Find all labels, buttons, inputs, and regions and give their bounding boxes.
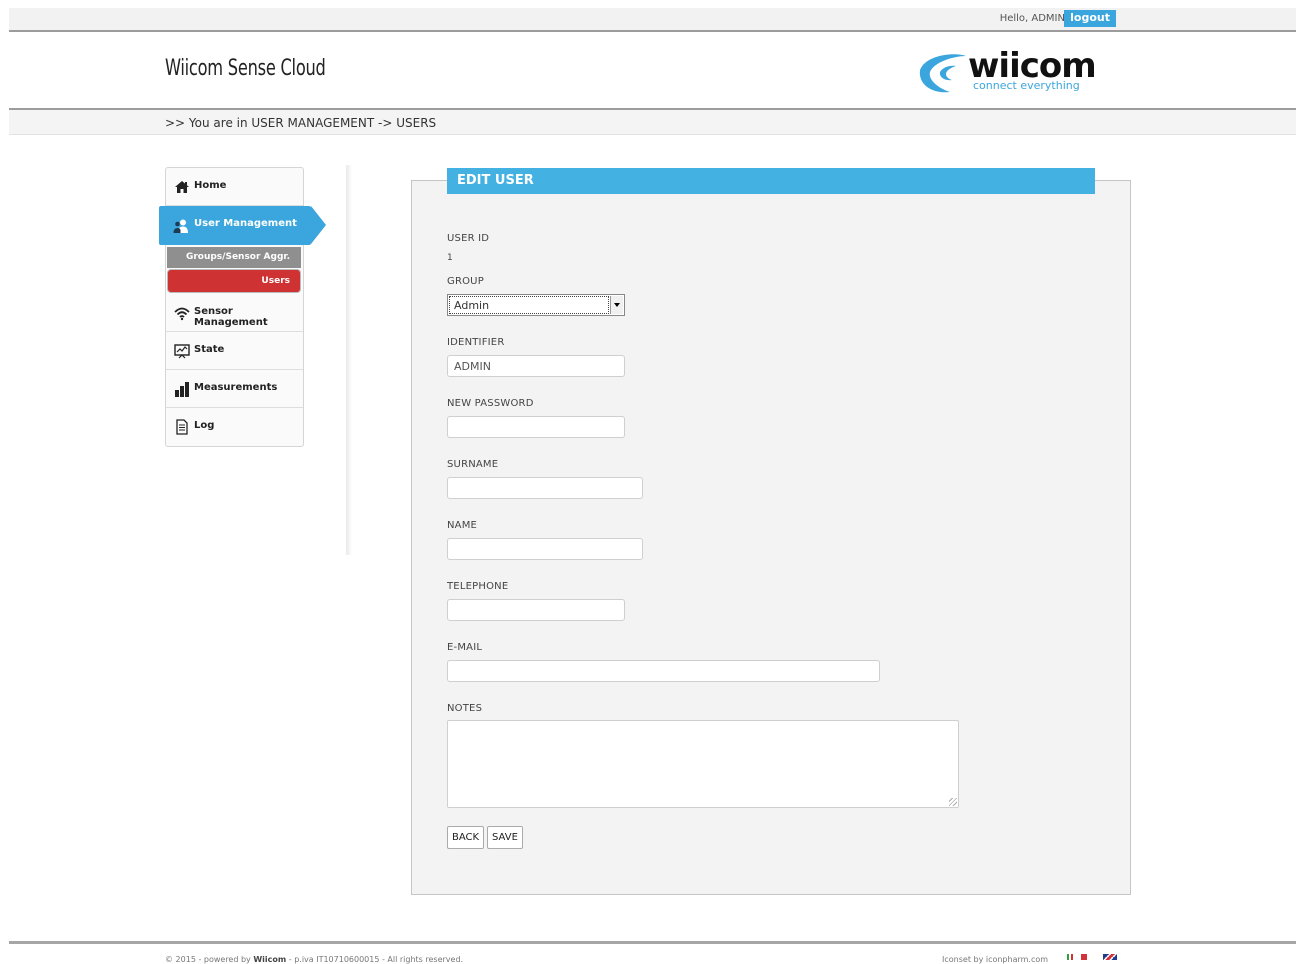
uk-flag-icon[interactable] [1103,954,1117,960]
language-flag-icon[interactable] [1081,954,1087,960]
panel-title: EDIT USER [457,173,534,188]
group-selected-value: Admin [454,299,490,312]
surname-label: SURNAME [447,459,499,470]
wifi-icon [174,307,190,321]
telephone-input[interactable] [447,599,625,621]
logo-tagline: connect everything [973,79,1080,92]
notes-label: NOTES [447,703,483,714]
active-item-arrow [311,206,326,244]
sidebar-item-log[interactable]: Log [166,408,303,445]
group-select[interactable]: Admin [447,294,625,316]
app-title: Wiicom Sense Cloud [165,56,326,81]
sidebar-item-label: Log [194,420,215,431]
sidebar-item-label: Measurements [194,382,278,393]
users-icon [173,219,188,233]
sidebar-item-user-management[interactable]: User Management [159,206,326,245]
sidebar-divider [346,165,352,555]
sidebar-item-label: Home [194,180,227,191]
panel-header: EDIT USER [447,168,1095,194]
surname-input[interactable] [447,477,643,499]
sidebar-subitem-users[interactable]: Users [168,270,300,292]
save-button[interactable]: SAVE [487,826,523,849]
dropdown-button[interactable] [610,296,623,314]
home-icon [175,181,189,193]
sidebar-item-state[interactable]: State [166,332,303,370]
bar-chart-icon [175,382,189,397]
sidebar-item-label: Sensor Management [194,306,268,328]
notes-textarea[interactable] [447,720,959,808]
group-label: GROUP [447,276,484,287]
monitor-chart-icon [174,344,190,359]
telephone-label: TELEPHONE [447,581,509,592]
sidebar-item-measurements[interactable]: Measurements [166,370,303,408]
sidebar-subitem-label: Groups/Sensor Aggr. [185,252,290,262]
chevron-down-icon [614,303,620,307]
sidebar-item-sensor-management[interactable]: Sensor Management [166,294,303,332]
email-input[interactable] [447,660,880,682]
name-input[interactable] [447,538,643,560]
italian-flag-icon[interactable] [1067,954,1073,960]
resize-grip-icon[interactable] [949,798,957,806]
breadcrumb: >> You are in USER MANAGEMENT -> USERS [165,116,437,130]
breadcrumb-bar: >> You are in USER MANAGEMENT -> USERS [9,108,1296,135]
document-icon [176,419,188,435]
sidebar-item-home[interactable]: Home [166,168,303,206]
new-password-input[interactable] [447,416,625,438]
identifier-input[interactable] [447,355,625,377]
logo-swoosh-icon [919,54,966,93]
sidebar-subitem-label: Users [261,276,290,286]
name-label: NAME [447,520,478,531]
back-button[interactable]: BACK [447,826,485,849]
sidebar-item-label: State [194,344,225,355]
logout-button[interactable]: logout [1064,10,1116,27]
sidebar-subitem-groups[interactable]: Groups/Sensor Aggr. [167,247,301,268]
greeting-text: Hello, ADMIN [999,13,1065,24]
user-id-label: USER ID [447,233,490,244]
sidebar-item-label: User Management [194,218,297,229]
user-id-value: 1 [447,253,453,263]
top-bar: Hello, ADMIN logout [9,8,1296,32]
identifier-label: IDENTIFIER [447,337,505,348]
email-label: E-MAIL [447,642,483,653]
new-password-label: NEW PASSWORD [447,398,534,409]
footer-divider [9,941,1296,944]
wiicom-logo: wiicom connect everything [916,46,1116,94]
